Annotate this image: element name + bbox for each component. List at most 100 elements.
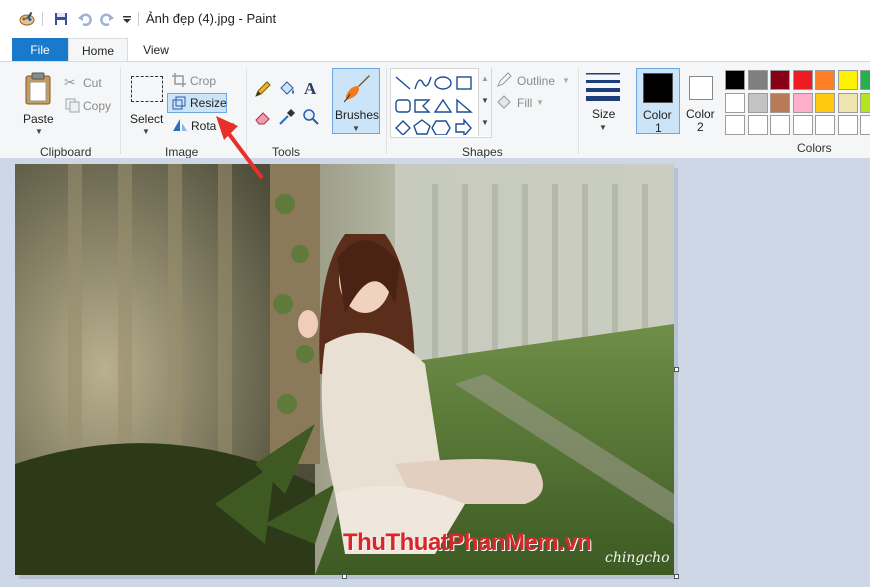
palette-swatch[interactable] — [770, 115, 790, 135]
copy-icon — [65, 98, 80, 113]
resize-handle-bottom[interactable] — [342, 574, 347, 579]
cut-button[interactable]: ✂ Cut — [64, 74, 114, 92]
outline-button[interactable]: Outline ▼ — [496, 72, 576, 90]
tab-view[interactable]: View — [132, 38, 180, 62]
palette-swatch[interactable] — [725, 115, 745, 135]
color2-number: 2 — [697, 120, 704, 134]
palette-swatch[interactable] — [815, 115, 835, 135]
ribbon-tab-strip: File Home View — [0, 38, 870, 62]
palette-swatch[interactable] — [860, 115, 870, 135]
fill-icon — [497, 95, 511, 109]
color2-button[interactable]: Color 2 — [682, 68, 722, 134]
palette-swatch[interactable] — [725, 70, 745, 90]
redo-icon[interactable] — [99, 11, 115, 27]
color-palette — [722, 68, 870, 138]
palette-swatch[interactable] — [860, 92, 870, 113]
scroll-down-icon[interactable]: ▼ — [481, 96, 489, 105]
palette-swatch[interactable] — [747, 70, 768, 90]
save-icon[interactable] — [53, 11, 69, 27]
shapes-group-label: Shapes — [462, 145, 503, 159]
paste-label: Paste — [23, 112, 54, 126]
canvas-area[interactable]: ThuThuatPhanMem.vn chingcho — [0, 158, 870, 587]
titlebar-divider — [138, 12, 139, 26]
chevron-down-icon: ▼ — [35, 127, 43, 136]
crop-icon — [172, 73, 186, 87]
color2-label: Color — [686, 107, 715, 121]
rotate-icon — [173, 119, 187, 131]
photo-girl-in-garden — [15, 164, 674, 575]
select-label: Select — [130, 112, 164, 126]
palette-swatch[interactable] — [815, 92, 835, 113]
resize-handle-right[interactable] — [674, 367, 679, 372]
resize-handle-corner[interactable] — [674, 574, 679, 579]
palette-swatch[interactable] — [837, 92, 858, 113]
titlebar-divider — [42, 12, 43, 26]
brushes-button[interactable]: Brushes ▼ — [332, 68, 380, 134]
group-divider — [386, 68, 387, 154]
brush-icon — [343, 75, 370, 103]
group-divider — [120, 68, 121, 154]
palette-swatch[interactable] — [770, 92, 790, 113]
brushes-label: Brushes — [335, 108, 380, 122]
chevron-down-icon: ▼ — [142, 127, 150, 136]
chevron-down-icon: ▼ — [599, 123, 607, 132]
tab-home[interactable]: Home — [68, 38, 128, 62]
clipboard-group: Paste ▼ ✂ Cut Copy Clipboard — [10, 66, 118, 159]
chevron-down-icon: ▼ — [352, 124, 360, 133]
cut-label: Cut — [83, 76, 102, 90]
clipboard-icon — [25, 72, 51, 105]
copy-button[interactable]: Copy — [64, 97, 118, 115]
shapes-gallery — [390, 68, 492, 138]
paint-app-icon[interactable] — [19, 11, 35, 27]
color1-button[interactable]: Color 1 — [636, 68, 680, 135]
paste-button[interactable]: Paste ▼ — [16, 68, 60, 136]
shapes-gallery-scrollbar[interactable]: ▲ ▼ ▼ — [478, 68, 491, 136]
signature-text: chingcho — [605, 550, 670, 566]
pencil-icon[interactable] — [254, 80, 272, 98]
ribbon: Paste ▼ ✂ Cut Copy Clipboard Select ▼ Cr… — [0, 61, 870, 159]
clipboard-group-label: Clipboard — [40, 145, 92, 159]
palette-swatch[interactable] — [770, 70, 790, 90]
watermark-text: ThuThuatPhanMem.vn — [343, 529, 592, 556]
select-button[interactable]: Select ▼ — [126, 68, 166, 136]
fill-button[interactable]: Fill ▼ — [496, 94, 556, 112]
palette-swatch[interactable] — [837, 115, 858, 135]
window-title: Ảnh đẹp (4).jpg - Paint — [146, 11, 277, 26]
palette-swatch[interactable] — [860, 70, 870, 90]
text-tool-icon[interactable]: A — [304, 79, 316, 99]
undo-icon[interactable] — [77, 11, 93, 27]
shapes-gallery-icons[interactable] — [393, 73, 489, 135]
palette-swatch[interactable] — [837, 70, 858, 90]
fill-label: Fill — [517, 96, 533, 110]
palette-swatch[interactable] — [747, 115, 768, 135]
outline-label: Outline — [517, 74, 556, 88]
color1-label: Color — [643, 108, 672, 122]
line-size-icon — [586, 73, 620, 101]
palette-swatch[interactable] — [747, 92, 768, 113]
palette-swatch[interactable] — [815, 70, 835, 90]
expand-gallery-icon[interactable]: ▼ — [481, 118, 489, 127]
chevron-down-icon: ▼ — [536, 98, 544, 107]
magnifier-icon[interactable] — [302, 108, 320, 126]
color-picker-icon[interactable] — [278, 108, 296, 126]
scroll-up-icon[interactable]: ▲ — [481, 74, 489, 83]
group-divider — [578, 68, 579, 154]
colors-group-label: Colors — [797, 141, 832, 155]
palette-swatch[interactable] — [725, 92, 745, 113]
annotation-arrow — [216, 116, 264, 180]
size-button[interactable]: Size ▼ — [582, 68, 626, 134]
outline-pen-icon — [497, 72, 512, 87]
palette-swatch[interactable] — [792, 70, 813, 90]
canvas-image[interactable]: ThuThuatPhanMem.vn chingcho — [15, 164, 674, 575]
color1-number: 1 — [655, 121, 662, 135]
palette-swatch[interactable] — [792, 115, 813, 135]
crop-button[interactable]: Crop — [170, 72, 220, 90]
customize-quick-access-icon[interactable] — [119, 11, 135, 27]
palette-swatch[interactable] — [792, 92, 813, 113]
tab-file[interactable]: File — [12, 38, 68, 62]
fill-bucket-icon[interactable] — [278, 80, 296, 98]
shapes-group: ▲ ▼ ▼ Outline ▼ Fill ▼ Shapes — [390, 66, 578, 159]
copy-label: Copy — [83, 99, 112, 113]
chevron-down-icon: ▼ — [562, 76, 570, 85]
color2-swatch — [689, 76, 713, 100]
